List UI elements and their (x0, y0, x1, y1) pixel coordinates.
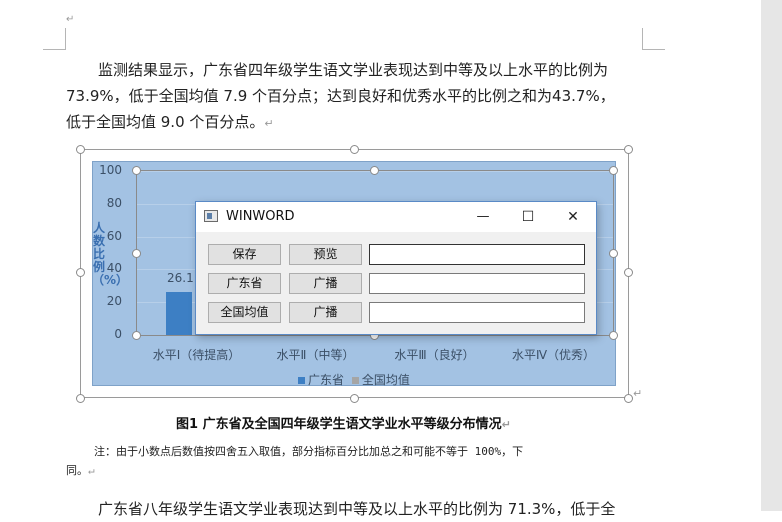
plot-handle-icon[interactable] (609, 166, 618, 175)
paragraph-mark-icon: ↵ (501, 418, 511, 431)
plot-handle-icon[interactable] (370, 166, 379, 175)
x-tick-label: 水平Ⅰ（待提高） (152, 348, 241, 362)
bar-guangdong[interactable] (166, 292, 192, 335)
maximize-button[interactable]: ☐ (505, 202, 551, 232)
x-tick-label: 水平Ⅲ（良好） (394, 348, 475, 362)
paragraph-line-1: 监测结果显示，广东省四年级学生语文学业表现达到中等及以上水平的比例为 (98, 61, 609, 79)
resize-handle-icon[interactable] (624, 268, 633, 277)
figure-caption: 图1 广东省及全国四年级学生语文学业水平等级分布情况↵ (176, 413, 511, 432)
y-axis-title: 人数比例（%） (92, 221, 128, 287)
save-button[interactable]: 保存 (208, 244, 281, 265)
y-tick-label: 20 (106, 294, 122, 309)
body-paragraph: 监测结果显示，广东省四年级学生语文学业表现达到中等及以上水平的比例为 73.9%… (66, 57, 646, 137)
paragraph-2-line-1: 广东省八年级学生语文学业表现达到中等及以上水平的比例为 71.3%，低于全 (98, 500, 616, 518)
plot-handle-icon[interactable] (609, 331, 618, 340)
y-tick-label: 0 (114, 327, 122, 341)
legend-swatch-national (351, 377, 359, 384)
paragraph-mark-icon: ↵ (88, 464, 95, 477)
plot-handle-icon[interactable] (132, 166, 141, 175)
crop-mark-top-left (43, 28, 66, 50)
legend-label-national: 全国均值 (361, 373, 410, 387)
resize-handle-icon[interactable] (76, 394, 85, 403)
resize-handle-icon[interactable] (76, 268, 85, 277)
plot-handle-icon[interactable] (609, 249, 618, 258)
plot-handle-icon[interactable] (132, 331, 141, 340)
resize-handle-icon[interactable] (350, 394, 359, 403)
broadcast-button-1[interactable]: 广播 (289, 273, 362, 294)
resize-handle-icon[interactable] (76, 145, 85, 154)
figure-note: 注：由于小数点后数值按四舍五入取值，部分指标百分比加总之和可能不等于 100%，… (66, 442, 646, 480)
note-line-2: 同。 (66, 464, 88, 477)
crop-mark-top-right (642, 28, 665, 50)
minimize-button[interactable]: — (460, 202, 506, 232)
dialog-titlebar[interactable]: WINWORD — ☐ ✕ (196, 202, 596, 232)
paragraph-mark-icon: ↵ (66, 14, 75, 25)
national-average-button[interactable]: 全国均值 (208, 302, 281, 323)
body-paragraph-2: 广东省八年级学生语文学业表现达到中等及以上水平的比例为 71.3%，低于全 (66, 496, 646, 522)
legend-swatch-guangdong (298, 377, 305, 384)
paragraph-line-3: 低于全国均值 9.0 个百分点。 (66, 113, 265, 131)
note-line-1: 注：由于小数点后数值按四舍五入取值，部分指标百分比加总之和可能不等于 100%，… (94, 445, 524, 458)
paragraph-line-2: 73.9%，低于全国均值 7.9 个百分点；达到良好和优秀水平的比例之和为43.… (66, 87, 615, 105)
resize-handle-icon[interactable] (624, 394, 633, 403)
preview-button[interactable]: 预览 (289, 244, 362, 265)
y-tick-label: 100 (99, 163, 122, 177)
data-label: 26.1 (167, 271, 194, 286)
legend-label-guangdong: 广东省 (308, 373, 345, 387)
vertical-scrollbar[interactable] (761, 0, 782, 511)
paragraph-mark-icon: ↵ (633, 387, 643, 400)
row2-text-field[interactable] (369, 273, 585, 294)
window-app-icon (204, 210, 218, 222)
row1-text-field[interactable] (369, 244, 585, 265)
x-tick-label: 水平Ⅳ（优秀） (511, 348, 596, 362)
x-tick-label: 水平Ⅱ（中等） (276, 348, 355, 362)
dialog-title: WINWORD (226, 209, 295, 224)
resize-handle-icon[interactable] (624, 145, 633, 154)
figure-caption-text: 图1 广东省及全国四年级学生语文学业水平等级分布情况 (176, 417, 502, 432)
guangdong-button[interactable]: 广东省 (208, 273, 281, 294)
close-button[interactable]: ✕ (550, 202, 596, 232)
y-tick-label: 80 (106, 195, 122, 210)
chart-legend: 广东省 全国均值 (298, 371, 410, 388)
resize-handle-icon[interactable] (350, 145, 359, 154)
winword-dialog[interactable]: WINWORD — ☐ ✕ 保存 预览 广东省 广播 全国均值 广播 (195, 201, 597, 335)
paragraph-mark-icon: ↵ (264, 117, 274, 130)
broadcast-button-2[interactable]: 广播 (289, 302, 362, 323)
row3-text-field[interactable] (369, 302, 585, 323)
plot-handle-icon[interactable] (132, 249, 141, 258)
